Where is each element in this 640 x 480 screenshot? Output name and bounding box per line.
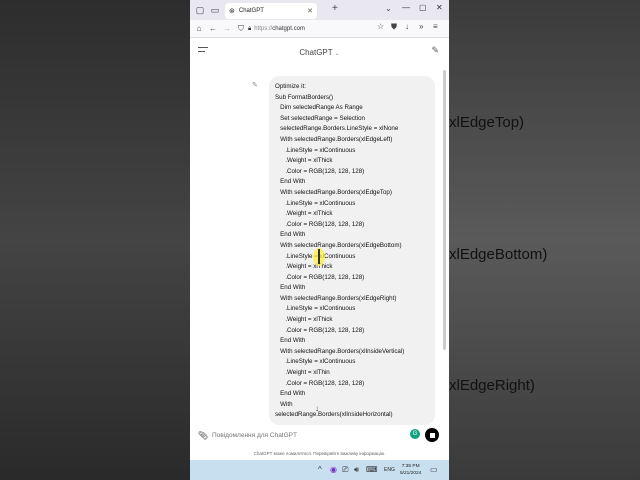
user-message-bubble: Optimize it: Sub FormatBorders() Dim sele… — [269, 76, 435, 425]
message-line: Dim selectedRange As Range — [275, 104, 363, 112]
url-scheme: https:// — [254, 26, 273, 32]
minimize-icon[interactable]: — — [402, 3, 410, 12]
volume-icon[interactable]: 🔊︎ — [354, 465, 359, 475]
close-tab-icon[interactable]: ✕ — [307, 7, 313, 15]
tab-chatgpt[interactable]: ⊛ ChatGPT ✕ — [225, 3, 317, 19]
new-chat-icon[interactable]: ✎ — [431, 45, 439, 56]
message-line: selectedRange.Borders.LineStyle = xlNone — [275, 125, 399, 133]
chat-title: ChatGPT — [299, 47, 333, 57]
attach-icon[interactable]: 📎︎ — [198, 431, 212, 440]
network-icon[interactable]: ⎚ — [342, 465, 348, 475]
message-line: With selectedRange.Borders(xlEdgeBottom) — [275, 241, 402, 249]
message-composer: 📎︎ G — [198, 426, 441, 444]
message-line: .LineStyle = xlContinuous — [275, 305, 356, 313]
chevron-up-icon[interactable]: ^ — [318, 465, 322, 474]
message-line: .LineStyle = xlContinuous — [275, 199, 356, 207]
clock-time: 7:35 PM — [401, 464, 420, 469]
stop-generating-button[interactable] — [425, 428, 439, 442]
message-line: selectedRange.Borders(xlInsideHorizontal… — [275, 411, 393, 419]
message-line: End With — [275, 284, 306, 292]
keyboard-icon[interactable]: ⌨ — [366, 465, 378, 474]
message-line: With selectedRange.Borders(xlInsideVerti… — [275, 347, 405, 355]
edit-message-icon[interactable]: ✎ — [252, 81, 258, 89]
tab-overflow-icon[interactable]: ⌄ — [385, 4, 392, 13]
tab-title: ChatGPT — [238, 8, 264, 14]
notifications-icon[interactable]: ▭ — [430, 465, 438, 474]
grammarly-icon[interactable]: G — [410, 429, 420, 439]
message-line: With selectedRange.Borders(xlEdgeTop) — [275, 188, 392, 196]
stop-icon — [429, 432, 435, 438]
new-tab-icon[interactable]: + — [332, 3, 338, 14]
taskbar: ^ ◉ ⎚ 🔊︎ ⌨ ENG 7:35 PM 5/21/2024 ▭ — [190, 460, 449, 480]
forward-icon[interactable]: → — [220, 24, 234, 33]
bookmark-star-icon[interactable]: ☆ — [377, 22, 384, 31]
extensions-icon[interactable]: » — [419, 22, 423, 31]
message-line: End With — [275, 337, 306, 345]
scroll-down-icon[interactable]: ↓ — [315, 404, 319, 413]
scrollbar[interactable] — [443, 70, 446, 350]
back-icon[interactable]: ← — [206, 24, 220, 33]
message-line: End With — [275, 231, 306, 239]
chatgpt-favicon-icon: ⊛ — [229, 8, 235, 15]
message-line: .LineStyle = xlContinuous — [275, 146, 356, 154]
message-line: With selectedRange.Borders(xlEdgeRight) — [275, 294, 397, 302]
message-line: With — [275, 400, 293, 408]
message-line: End With — [275, 390, 306, 398]
message-line: .Color = RGB(128, 128, 128) — [275, 326, 365, 334]
background-text: xlEdgeBottom) — [449, 246, 548, 263]
url-host: chatgpt.com — [272, 26, 305, 32]
tab-list-icon[interactable]: ▭ — [205, 0, 225, 20]
download-icon[interactable]: ↓ — [405, 22, 409, 31]
message-line: .Weight = xlThick — [275, 263, 333, 271]
disclaimer: ChatGPT може помилятися. Перевіряйте важ… — [253, 451, 386, 456]
browser-window: ▢ ▭ ⊛ ChatGPT ✕ + ⌄ — ▢ ✕ ⌂ ← → ⛉ 🔒︎ htt… — [190, 0, 449, 480]
url-bar[interactable]: 🔒︎ https:// chatgpt.com — [248, 23, 374, 35]
app-tray-icon[interactable]: ◉ — [330, 465, 337, 474]
chevron-down-icon: ⌄ — [334, 50, 340, 57]
message-line: .LineStyle = xlContinuous — [275, 358, 356, 366]
menu-icon[interactable]: ≡ — [433, 22, 438, 31]
background-left — [0, 0, 190, 480]
model-selector[interactable]: ChatGPT ⌄ — [299, 48, 339, 57]
message-line: .Weight = xlThick — [275, 157, 333, 165]
chat-header: ChatGPT ⌄ ✎ — [190, 38, 449, 66]
message-input[interactable] — [212, 431, 402, 439]
message-line: .LineStyle = xlContinuous — [285, 252, 356, 260]
background-text: xlEdgeTop) — [449, 114, 525, 131]
tab-strip: ▢ ▭ ⊛ ChatGPT ✕ + ⌄ — ▢ ✕ — [190, 0, 449, 20]
nav-bar: ⌂ ← → ⛉ 🔒︎ https:// chatgpt.com ☆ ⛊ ↓ » … — [190, 20, 449, 38]
message-line: .Color = RGB(128, 128, 128) — [275, 379, 365, 387]
background-text: xlEdgeRight) — [449, 377, 535, 394]
home-icon[interactable]: ⌂ — [192, 24, 206, 33]
message-line: .Weight = xlThick — [275, 316, 333, 324]
message-line: With selectedRange.Borders(xlEdgeLeft) — [275, 135, 393, 143]
message-line: .Weight = xlThin — [275, 369, 330, 377]
message-line: Set selectedRange = Selection — [275, 114, 365, 122]
lock-icon: 🔒︎ — [248, 25, 252, 32]
sidebar-toggle-icon[interactable] — [198, 47, 208, 55]
background-right: xlEdgeTop) xlEdgeBottom) xlEdgeRight) — [449, 0, 640, 480]
message-line: Optimize it: — [275, 83, 306, 90]
message-line: .Color = RGB(128, 128, 128) — [275, 167, 365, 175]
message-line: .Color = RGB(128, 128, 128) — [275, 220, 365, 228]
message-line: End With — [275, 178, 306, 186]
message-line: Sub FormatBorders() — [275, 93, 334, 101]
clock-date: 5/21/2024 — [400, 471, 422, 476]
text-cursor-icon — [318, 249, 320, 264]
maximize-icon[interactable]: ▢ — [419, 3, 427, 12]
pocket-icon[interactable]: ⛊ — [391, 22, 397, 32]
clock[interactable]: 7:35 PM 5/21/2024 — [400, 463, 421, 477]
message-line: .Color = RGB(128, 128, 128) — [275, 273, 365, 281]
message-line: .Weight = xlThick — [275, 210, 333, 218]
close-window-icon[interactable]: ✕ — [436, 3, 443, 12]
language-indicator[interactable]: ENG — [384, 467, 395, 473]
shield-icon[interactable]: ⛉ — [234, 24, 248, 34]
